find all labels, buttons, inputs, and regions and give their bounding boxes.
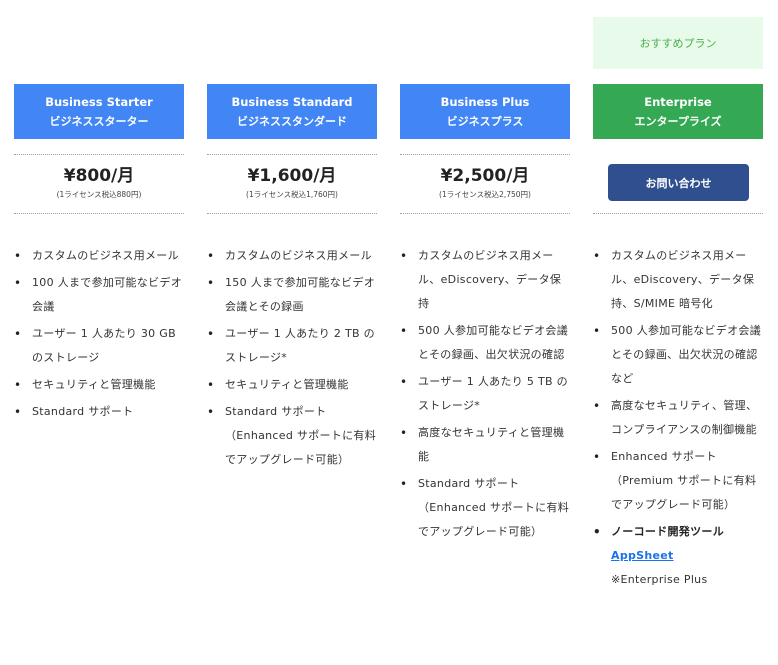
plan-price: ¥800/月 — [63, 166, 135, 186]
feature-text: Standard サポート（Enhanced サポートに有料でアップグレード可能… — [225, 405, 376, 466]
contact-button[interactable]: お問い合わせ — [608, 164, 749, 201]
plan-name-ja: ビジネススターター — [49, 114, 149, 128]
price-box: ¥2,500/月 (1ライセンス税込2,750円) — [400, 154, 570, 214]
feature-item: • ユーザー 1 人あたり 2 TB のストレージ* — [207, 322, 377, 370]
bullet-icon: • — [593, 525, 601, 539]
feature-note: ※Enterprise Plus — [611, 573, 708, 586]
bullet-icon: • — [593, 450, 601, 464]
feature-text: 100 人まで参加可能なビデオ会議 — [32, 276, 182, 313]
feature-item: • Standard サポート（Enhanced サポートに有料でアップグレード可… — [400, 472, 570, 544]
feature-text: セキュリティと管理機能 — [32, 378, 156, 391]
bullet-icon: • — [207, 405, 215, 419]
bullet-icon: • — [14, 405, 22, 419]
feature-item: • ノーコード開発ツール AppSheet ※Enterprise Plus — [593, 520, 763, 592]
feature-text: 高度なセキュリティと管理機能 — [418, 426, 565, 463]
plan-header: Business Standard ビジネススタンダード — [207, 84, 377, 139]
feature-text: Standard サポート — [32, 405, 134, 418]
bullet-icon: • — [14, 378, 22, 392]
plan-name-ja: ビジネスプラス — [446, 114, 524, 128]
feature-text: セキュリティと管理機能 — [225, 378, 349, 391]
feature-text: カスタムのビジネス用メール — [32, 249, 179, 262]
bullet-icon: • — [593, 324, 601, 338]
bullet-icon: • — [14, 327, 22, 341]
feature-item: • 150 人まで参加可能なビデオ会議とその録画 — [207, 271, 377, 319]
plan-header: Business Plus ビジネスプラス — [400, 84, 570, 139]
price-note: (1ライセンス税込2,750円) — [439, 190, 531, 199]
bullet-icon: • — [593, 249, 601, 263]
feature-item: • カスタムのビジネス用メール — [14, 244, 184, 268]
bullet-icon: • — [14, 276, 22, 290]
feature-item: • 高度なセキュリティと管理機能 — [400, 421, 570, 469]
plan-name-en: Enterprise — [644, 94, 712, 109]
feature-text: 500 人参加可能なビデオ会議とその録画、出欠状況の確認など — [611, 324, 761, 385]
feature-text: 150 人まで参加可能なビデオ会議とその録画 — [225, 276, 375, 313]
feature-text: ノーコード開発ツール — [611, 525, 724, 538]
feature-item: • 500 人参加可能なビデオ会議とその録画、出欠状況の確認など — [593, 319, 763, 391]
plan-name-ja: ビジネススタンダード — [237, 114, 347, 128]
price-box: ¥800/月 (1ライセンス税込880円) — [14, 154, 184, 214]
plan-name-en: Business Plus — [440, 94, 530, 109]
feature-item: • カスタムのビジネス用メール、eDiscovery、データ保持 — [400, 244, 570, 316]
feature-item: • 500 人参加可能なビデオ会議とその録画、出欠状況の確認 — [400, 319, 570, 367]
feature-item: • Standard サポート（Enhanced サポートに有料でアップグレード可… — [207, 400, 377, 472]
price-box: ¥1,600/月 (1ライセンス税込1,760円) — [207, 154, 377, 214]
feature-item: • カスタムのビジネス用メール — [207, 244, 377, 268]
plan-header: Business Starter ビジネススターター — [14, 84, 184, 139]
bullet-icon: • — [207, 276, 215, 290]
bullet-icon: • — [14, 249, 22, 263]
bullet-icon: • — [593, 399, 601, 413]
feature-text: ユーザー 1 人あたり 5 TB のストレージ* — [418, 375, 568, 412]
bullet-icon: • — [400, 477, 408, 491]
feature-item: • セキュリティと管理機能 — [207, 373, 377, 397]
price-note: (1ライセンス税込1,760円) — [246, 190, 338, 199]
feature-item: • ユーザー 1 人あたり 5 TB のストレージ* — [400, 370, 570, 418]
feature-text: ユーザー 1 人あたり 2 TB のストレージ* — [225, 327, 375, 364]
feature-item: • 100 人まで参加可能なビデオ会議 — [14, 271, 184, 319]
bullet-icon: • — [400, 375, 408, 389]
feature-text: カスタムのビジネス用メール、eDiscovery、データ保持 — [418, 249, 562, 310]
feature-list: • カスタムのビジネス用メール • 150 人まで参加可能なビデオ会議とその録画 •… — [207, 244, 377, 475]
plan-header: Enterprise エンタープライズ — [593, 84, 763, 139]
price-note: (1ライセンス税込880円) — [56, 190, 142, 199]
feature-text: 500 人参加可能なビデオ会議とその録画、出欠状況の確認 — [418, 324, 568, 361]
bullet-icon: • — [207, 249, 215, 263]
feature-list: • カスタムのビジネス用メール • 100 人まで参加可能なビデオ会議 • ユーザー … — [14, 244, 184, 427]
feature-item: • Enhanced サポート（Premium サポートに有料でアップグレード可能… — [593, 445, 763, 517]
feature-text: カスタムのビジネス用メール、eDiscovery、データ保持、S/MIME 暗号… — [611, 249, 755, 310]
bullet-icon: • — [400, 426, 408, 440]
plan-price: ¥2,500/月 — [440, 166, 530, 186]
recommended-plan-badge: おすすめプラン — [593, 17, 763, 69]
feature-list: • カスタムのビジネス用メール、eDiscovery、データ保持 • 500 人参加… — [400, 244, 570, 547]
feature-text: 高度なセキュリティ、管理、コンプライアンスの制御機能 — [611, 399, 758, 436]
feature-item: • カスタムのビジネス用メール、eDiscovery、データ保持、S/MIME 暗… — [593, 244, 763, 316]
bullet-icon: • — [207, 327, 215, 341]
plan-name-en: Business Standard — [231, 94, 353, 109]
feature-text: Enhanced サポート（Premium サポートに有料でアップグレード可能） — [611, 450, 757, 511]
plan-name-ja: エンタープライズ — [634, 114, 722, 128]
feature-item: • Standard サポート — [14, 400, 184, 424]
bullet-icon: • — [207, 378, 215, 392]
feature-item: • セキュリティと管理機能 — [14, 373, 184, 397]
divider — [593, 213, 763, 214]
feature-text: Standard サポート（Enhanced サポートに有料でアップグレード可能… — [418, 477, 569, 538]
bullet-icon: • — [400, 249, 408, 263]
appsheet-link[interactable]: AppSheet — [611, 549, 674, 562]
plan-price: ¥1,600/月 — [247, 166, 337, 186]
feature-text: カスタムのビジネス用メール — [225, 249, 372, 262]
bullet-icon: • — [400, 324, 408, 338]
feature-item: • ユーザー 1 人あたり 30 GB のストレージ — [14, 322, 184, 370]
feature-text: ユーザー 1 人あたり 30 GB のストレージ — [32, 327, 176, 364]
plan-name-en: Business Starter — [45, 94, 153, 109]
feature-item: • 高度なセキュリティ、管理、コンプライアンスの制御機能 — [593, 394, 763, 442]
feature-list: • カスタムのビジネス用メール、eDiscovery、データ保持、S/MIME 暗… — [593, 244, 763, 595]
